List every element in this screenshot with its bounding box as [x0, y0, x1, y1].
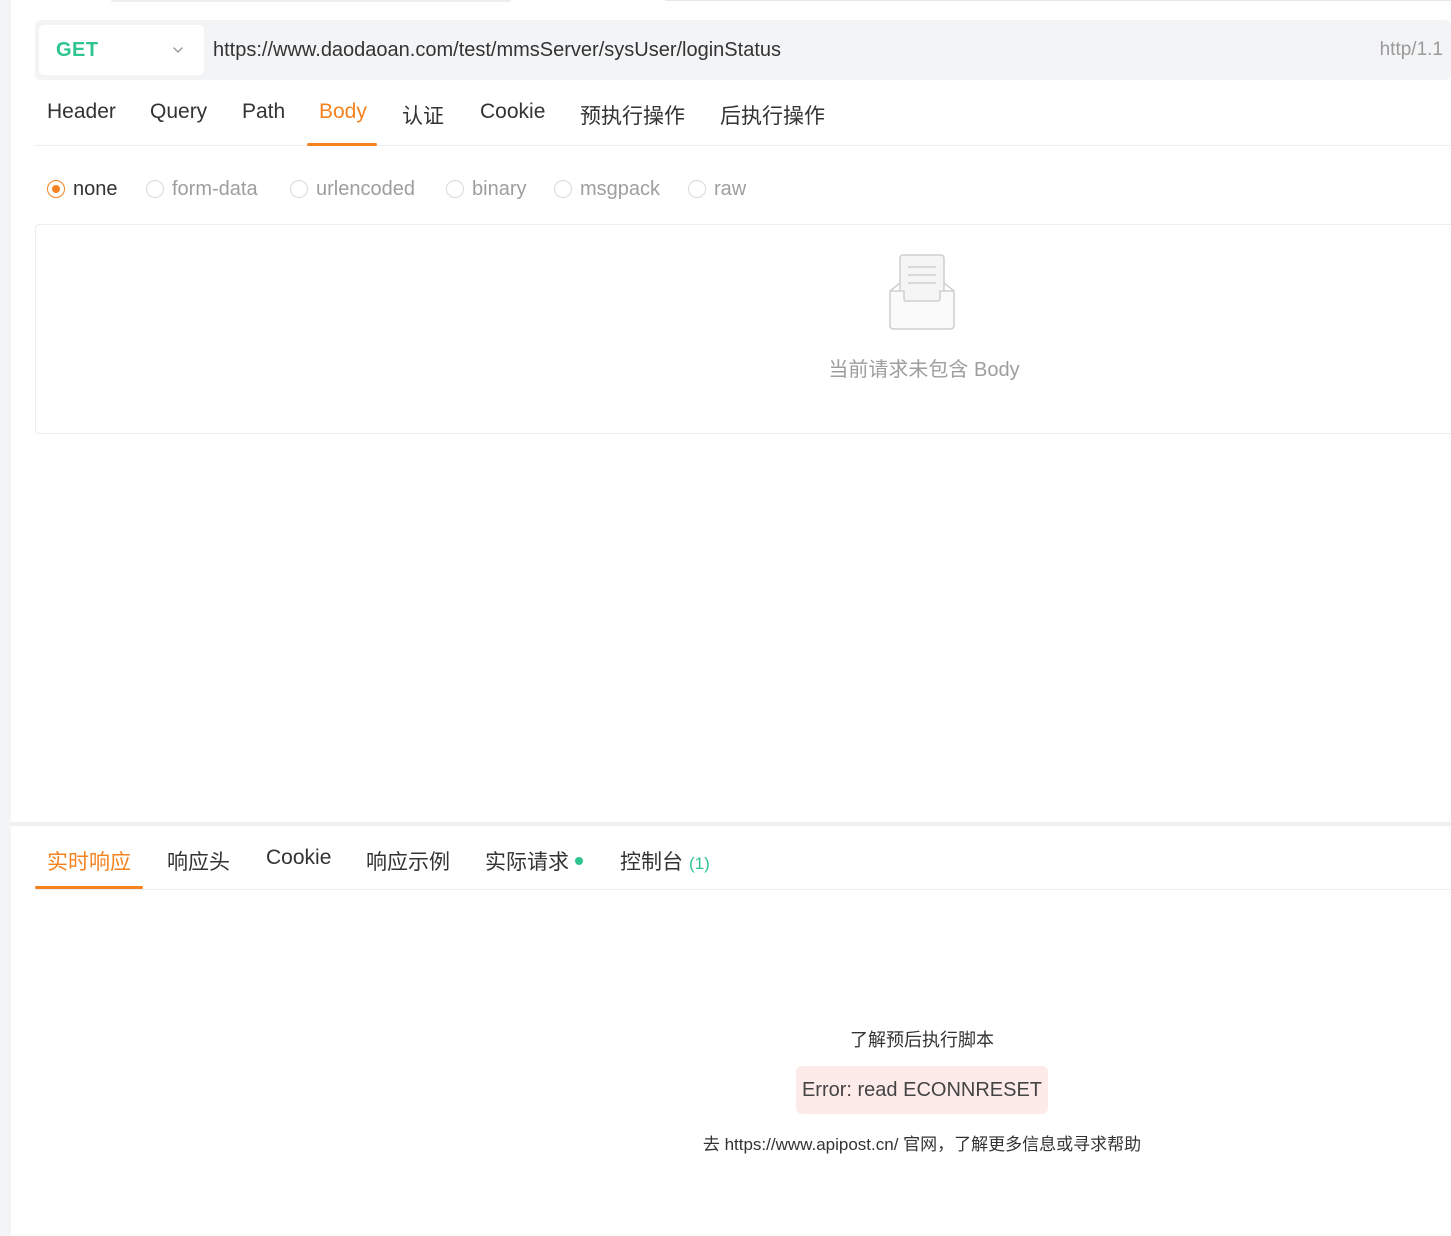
chevron-down-icon [173, 47, 183, 53]
radio-unchecked-icon [554, 180, 572, 198]
radio-form-data[interactable]: form-data [146, 175, 258, 203]
help-url-link[interactable]: https://www.apipost.cn/ [725, 1135, 899, 1154]
panel-resize-handle[interactable] [11, 822, 1451, 826]
help-suffix: 官网，了解更多信息或寻求帮助 [903, 1135, 1142, 1154]
status-dot-icon [575, 857, 583, 866]
tab-stub [111, 0, 511, 2]
method-label: GET [56, 39, 99, 61]
tab-body[interactable]: Body [319, 100, 367, 138]
tab-auth[interactable]: 认证 [402, 100, 444, 144]
radio-msgpack[interactable]: msgpack [554, 175, 660, 203]
radio-label: form-data [172, 177, 258, 200]
empty-inbox-icon [889, 254, 955, 330]
radio-unchecked-icon [446, 180, 464, 198]
error-message-box: Error: read ECONNRESET [796, 1066, 1048, 1114]
radio-urlencoded[interactable]: urlencoded [290, 175, 415, 203]
body-type-radio-group: none form-data urlencoded binary msgpack… [47, 175, 947, 205]
tab-stub-line [665, 0, 1451, 1]
radio-label: urlencoded [316, 177, 415, 200]
tab-path[interactable]: Path [242, 100, 285, 138]
tab-console[interactable]: 控制台 (1) [620, 846, 710, 876]
tab-console-label: 控制台 [620, 851, 683, 874]
top-tab-strip [11, 0, 1451, 10]
tab-response-cookie[interactable]: Cookie [266, 846, 331, 870]
api-request-panel: GET http/1.1 Header Query Path Body 认证 C… [11, 0, 1451, 1236]
tab-response-examples[interactable]: 响应示例 [366, 846, 450, 876]
error-message: Error: read ECONNRESET [801, 1078, 1043, 1101]
radio-binary[interactable]: binary [446, 175, 526, 203]
radio-label: none [73, 177, 118, 200]
tab-query[interactable]: Query [150, 100, 207, 138]
radio-label: raw [714, 177, 747, 200]
tab-response-headers[interactable]: 响应头 [167, 846, 230, 876]
url-input[interactable] [213, 34, 1313, 66]
radio-none[interactable]: none [47, 175, 118, 203]
help-line: 去 https://www.apipost.cn/ 官网，了解更多信息或寻求帮助 [11, 1130, 1451, 1155]
active-tab-indicator [307, 143, 377, 146]
radio-unchecked-icon [290, 180, 308, 198]
active-tab-indicator [35, 886, 143, 889]
radio-unchecked-icon [688, 180, 706, 198]
empty-body-message: 当前请求未包含 Body [828, 359, 1020, 381]
learn-scripts-link[interactable]: 了解预后执行脚本 [11, 1026, 1451, 1052]
tab-pre-script[interactable]: 预执行操作 [580, 100, 685, 144]
response-body: 了解预后执行脚本 Error: read ECONNRESET 去 https:… [11, 890, 1451, 1236]
radio-checked-icon [47, 180, 65, 198]
method-select[interactable]: GET [39, 25, 204, 75]
console-count-badge: (1) [689, 854, 710, 873]
tab-actual-request-label: 实际请求 [485, 851, 569, 874]
help-prefix: 去 [702, 1135, 720, 1154]
tab-cookie[interactable]: Cookie [480, 100, 545, 138]
tab-realtime-response[interactable]: 实时响应 [47, 846, 131, 876]
empty-body-area: 当前请求未包含 Body [35, 224, 1451, 434]
http-version-select[interactable]: http/1.1 [1380, 39, 1443, 61]
url-bar: GET http/1.1 [35, 20, 1451, 80]
response-tabs: 实时响应 响应头 Cookie 响应示例 实际请求 控制台 (1) [35, 830, 1451, 890]
tab-header[interactable]: Header [47, 100, 116, 138]
tab-actual-request[interactable]: 实际请求 [485, 846, 583, 876]
request-tabs: Header Query Path Body 认证 Cookie 预执行操作 后… [35, 92, 1451, 146]
tab-post-script[interactable]: 后执行操作 [720, 100, 825, 144]
radio-label: binary [472, 177, 527, 200]
radio-label: msgpack [580, 177, 661, 200]
radio-raw[interactable]: raw [688, 175, 746, 203]
radio-unchecked-icon [146, 180, 164, 198]
